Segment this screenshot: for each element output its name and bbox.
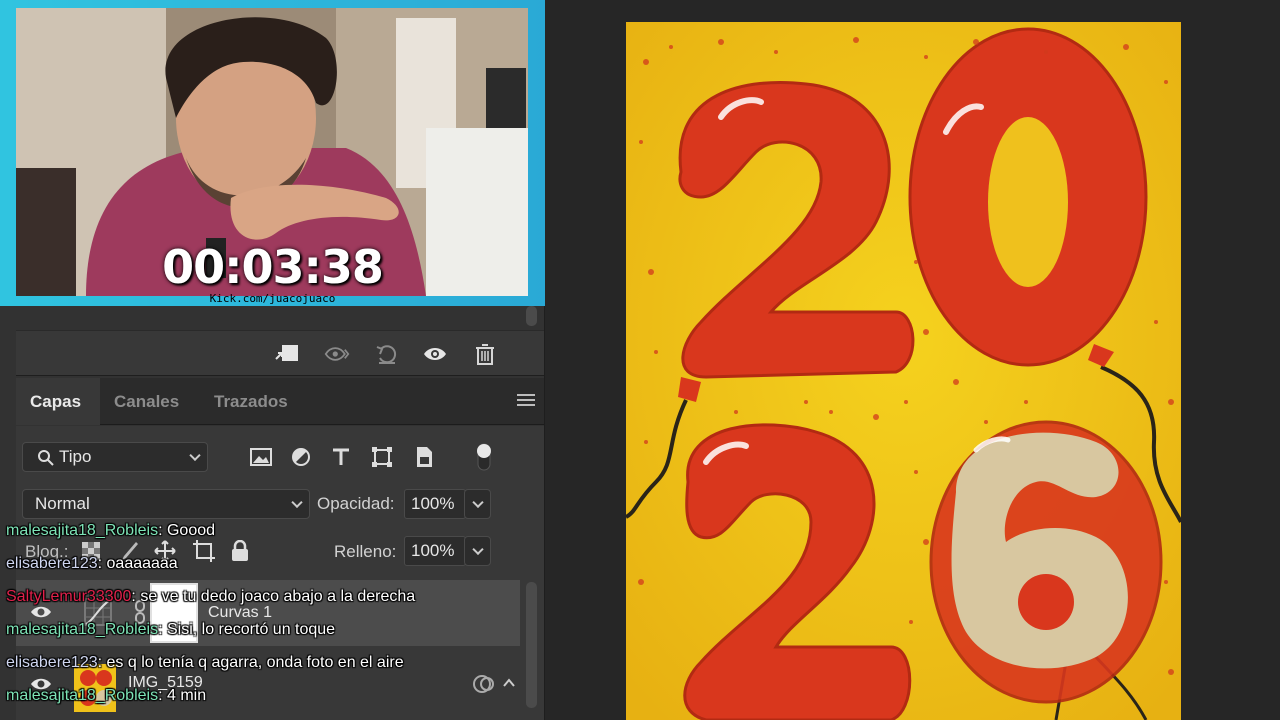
toggle-visibility-icon[interactable] bbox=[422, 341, 448, 367]
tab-capas[interactable]: Capas bbox=[16, 378, 100, 425]
collapse-chevron-up-icon[interactable] bbox=[502, 676, 516, 695]
lock-all-icon[interactable] bbox=[231, 539, 251, 562]
chat-message: SaltyLemur33300: se ve tu dedo joaco aba… bbox=[6, 588, 416, 605]
chat-text: se ve tu dedo joaco abajo a la derecha bbox=[140, 588, 416, 605]
chat-message: elisabere123: es q lo tenía q agarra, on… bbox=[6, 654, 404, 671]
type-layer-filter-icon[interactable] bbox=[329, 445, 353, 469]
layers-panel-tabs: Capas Canales Trazados bbox=[16, 378, 544, 425]
layer-filter-dropdown[interactable]: Tipo bbox=[22, 442, 208, 472]
chat-username: malesajita18_Robleis bbox=[6, 621, 159, 638]
opacity-label: Opacidad: bbox=[317, 494, 395, 513]
adjustment-layer-filter-icon[interactable] bbox=[289, 445, 313, 469]
webcam-overlay: 00:03:38 Kick.com/juacojuaco bbox=[0, 0, 545, 306]
properties-toolbar bbox=[16, 330, 544, 376]
smart-object-badge-icon bbox=[472, 674, 496, 699]
clip-to-layer-icon[interactable] bbox=[274, 341, 300, 367]
chat-text: 4 min bbox=[166, 687, 207, 704]
reset-adjustment-icon[interactable] bbox=[374, 341, 400, 367]
opacity-input[interactable]: 100% bbox=[404, 489, 466, 519]
search-icon bbox=[38, 450, 54, 466]
chat-text: oaaaaaaa bbox=[106, 555, 178, 572]
chat-message: malesajita18_Robleis: Goood bbox=[6, 522, 216, 539]
shape-layer-filter-icon[interactable] bbox=[370, 445, 394, 469]
tab-canales[interactable]: Canales bbox=[100, 378, 193, 425]
stream-timer: 00:03:38 bbox=[162, 240, 384, 294]
chat-username: malesajita18_Robleis bbox=[6, 687, 159, 704]
fill-input[interactable]: 100% bbox=[404, 536, 466, 566]
chat-text: Goood bbox=[166, 522, 216, 539]
balloon-digit-6-bottom bbox=[929, 420, 1163, 704]
artwork-image bbox=[626, 22, 1181, 720]
chat-username: SaltyLemur33300 bbox=[6, 588, 132, 605]
chat-message: malesajita18_Robleis: 4 min bbox=[6, 687, 207, 704]
photoshop-side-panel: 00:03:38 Kick.com/juacojuaco Capas Canal… bbox=[0, 0, 545, 720]
balloon-digit-0-top bbox=[908, 27, 1148, 367]
view-previous-state-icon[interactable] bbox=[324, 341, 350, 367]
layer-filter-value: Tipo bbox=[59, 447, 92, 466]
chat-message: malesajita18_Robleis: Sisi, lo recortó u… bbox=[6, 621, 336, 638]
panel-menu-icon[interactable] bbox=[516, 392, 536, 410]
chat-text: es q lo tenía q agarra, onda foto en el … bbox=[106, 654, 404, 671]
properties-scrollbar[interactable] bbox=[522, 306, 542, 328]
pixel-layer-filter-icon[interactable] bbox=[249, 445, 273, 469]
opacity-slider-toggle[interactable] bbox=[464, 489, 491, 519]
chat-message: elisabere123: oaaaaaaa bbox=[6, 555, 178, 572]
screen: 00:03:38 Kick.com/juacojuaco Capas Canal… bbox=[0, 0, 1280, 720]
chat-username: elisabere123 bbox=[6, 654, 98, 671]
fill-slider-toggle[interactable] bbox=[464, 536, 491, 566]
layers-scrollbar[interactable] bbox=[522, 582, 540, 712]
chat-text: Sisi, lo recortó un toque bbox=[166, 621, 336, 638]
smart-object-filter-icon[interactable] bbox=[412, 445, 436, 469]
lock-artboard-icon[interactable] bbox=[192, 540, 216, 562]
blend-mode-value: Normal bbox=[35, 494, 90, 513]
chat-username: malesajita18_Robleis bbox=[6, 522, 159, 539]
fill-label: Relleno: bbox=[334, 542, 397, 561]
delete-trash-icon[interactable] bbox=[472, 341, 498, 367]
stream-url: Kick.com/juacojuaco bbox=[209, 292, 336, 305]
filter-toggle-switch[interactable] bbox=[475, 442, 493, 472]
document-canvas[interactable] bbox=[545, 0, 1280, 720]
tab-trazados[interactable]: Trazados bbox=[200, 378, 302, 425]
blend-mode-dropdown[interactable]: Normal bbox=[22, 489, 310, 519]
chat-username: elisabere123 bbox=[6, 555, 98, 572]
layer-name[interactable]: Curvas 1 bbox=[208, 604, 272, 622]
